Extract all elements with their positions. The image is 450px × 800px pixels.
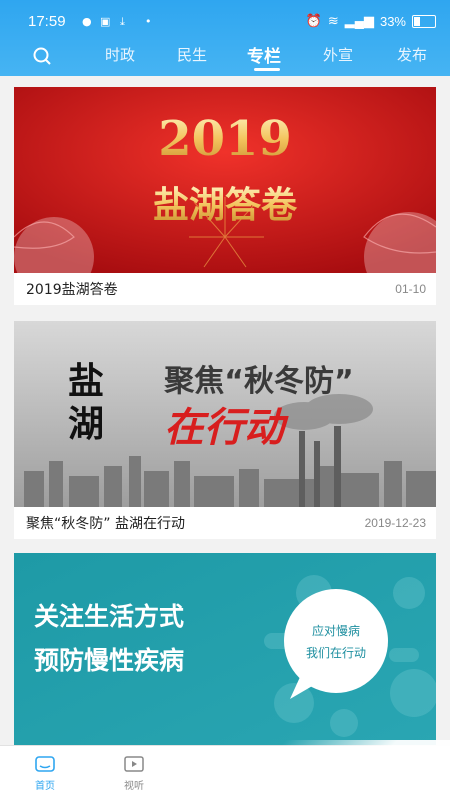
article-card[interactable]: 盐 湖 聚焦“秋冬防” 在行动 聚焦“秋冬防” 盐湖在行动 2019-12-23 xyxy=(14,321,436,539)
nav-home-label: 首页 xyxy=(35,781,55,792)
battery-percent: 33% xyxy=(379,13,406,29)
tab-minsheng[interactable]: 民生 xyxy=(177,44,207,65)
banner-year-text: 2019 xyxy=(158,111,292,167)
location-icon: ● xyxy=(82,15,92,28)
badge-line1-text: 应对慢病 xyxy=(312,623,360,638)
battery-icon xyxy=(412,14,436,28)
tab-zhuanlan[interactable]: 专栏 xyxy=(247,42,281,67)
banner-yan-char: 盐 xyxy=(68,361,104,402)
image-icon: ▣ xyxy=(100,15,111,28)
banner-focus-text: 聚焦“秋冬防” xyxy=(163,364,353,399)
article-title[interactable]: 2019盐湖答卷 xyxy=(26,279,118,299)
article-caption: 聚焦“秋冬防” 盐湖在行动 2019-12-23 xyxy=(14,507,436,539)
home-icon xyxy=(35,756,55,772)
article-title[interactable]: 聚焦“秋冬防” 盐湖在行动 xyxy=(26,513,185,533)
signal-icon: ▂▄▆ xyxy=(344,13,374,28)
banner-title-text: 盐湖答卷 xyxy=(153,184,298,226)
article-banner: 2019 盐湖答卷 xyxy=(14,87,436,273)
dot-icon: • xyxy=(145,15,152,28)
banner-hu-char: 湖 xyxy=(68,404,104,445)
status-right: ⏰ ≋ ▂▄▆ 33% xyxy=(306,13,436,29)
banner-action-text: 在行动 xyxy=(164,405,289,451)
wifi-icon: ≋ xyxy=(327,13,339,28)
nav-video-label: 视听 xyxy=(124,781,144,792)
status-time: 17:59 xyxy=(28,13,66,30)
banner-2019-image: 2019 盐湖答卷 xyxy=(14,87,436,273)
banner-autumn-winter-image: 盐 湖 聚焦“秋冬防” 在行动 xyxy=(14,321,436,507)
article-card[interactable]: 关注生活方式 预防慢性疾病 应对慢病 我们在行动 xyxy=(14,553,436,753)
tab-shizheng[interactable]: 时政 xyxy=(105,44,135,65)
tab-fabu[interactable]: 发布 xyxy=(397,44,427,65)
top-header: 17:59 ● ▣ ⤓ • ⏰ ≋ ▂▄▆ 33% 时政 民生 专栏 外宣 发布 xyxy=(0,0,450,76)
category-tabs: 时政 民生 专栏 外宣 发布 xyxy=(0,44,450,74)
tab-waixuan[interactable]: 外宣 xyxy=(323,44,353,65)
article-card[interactable]: 2019 盐湖答卷 2019盐湖答卷 01-10 xyxy=(14,87,436,305)
banner-chronic-disease-image: 关注生活方式 预防慢性疾病 应对慢病 我们在行动 xyxy=(14,553,436,753)
alarm-icon: ⏰ xyxy=(305,13,322,28)
corner-watermark xyxy=(230,740,450,800)
article-date: 2019-12-23 xyxy=(364,516,426,530)
active-tab-indicator xyxy=(254,68,280,71)
article-date: 01-10 xyxy=(395,282,426,296)
banner-line2-text: 预防慢性疾病 xyxy=(34,646,184,675)
article-banner: 盐 湖 聚焦“秋冬防” 在行动 xyxy=(14,321,436,507)
badge-line2-text: 我们在行动 xyxy=(306,645,366,660)
download-icon: ⤓ xyxy=(120,15,125,28)
article-banner: 关注生活方式 预防慢性疾病 应对慢病 我们在行动 xyxy=(14,553,436,753)
video-icon xyxy=(124,756,144,772)
nav-video[interactable]: 视听 xyxy=(104,754,164,792)
article-caption: 2019盐湖答卷 01-10 xyxy=(14,273,436,305)
status-bar: 17:59 ● ▣ ⤓ • ⏰ ≋ ▂▄▆ 33% xyxy=(0,0,450,40)
banner-line1-text: 关注生活方式 xyxy=(34,602,184,631)
nav-home[interactable]: 首页 xyxy=(15,754,75,792)
